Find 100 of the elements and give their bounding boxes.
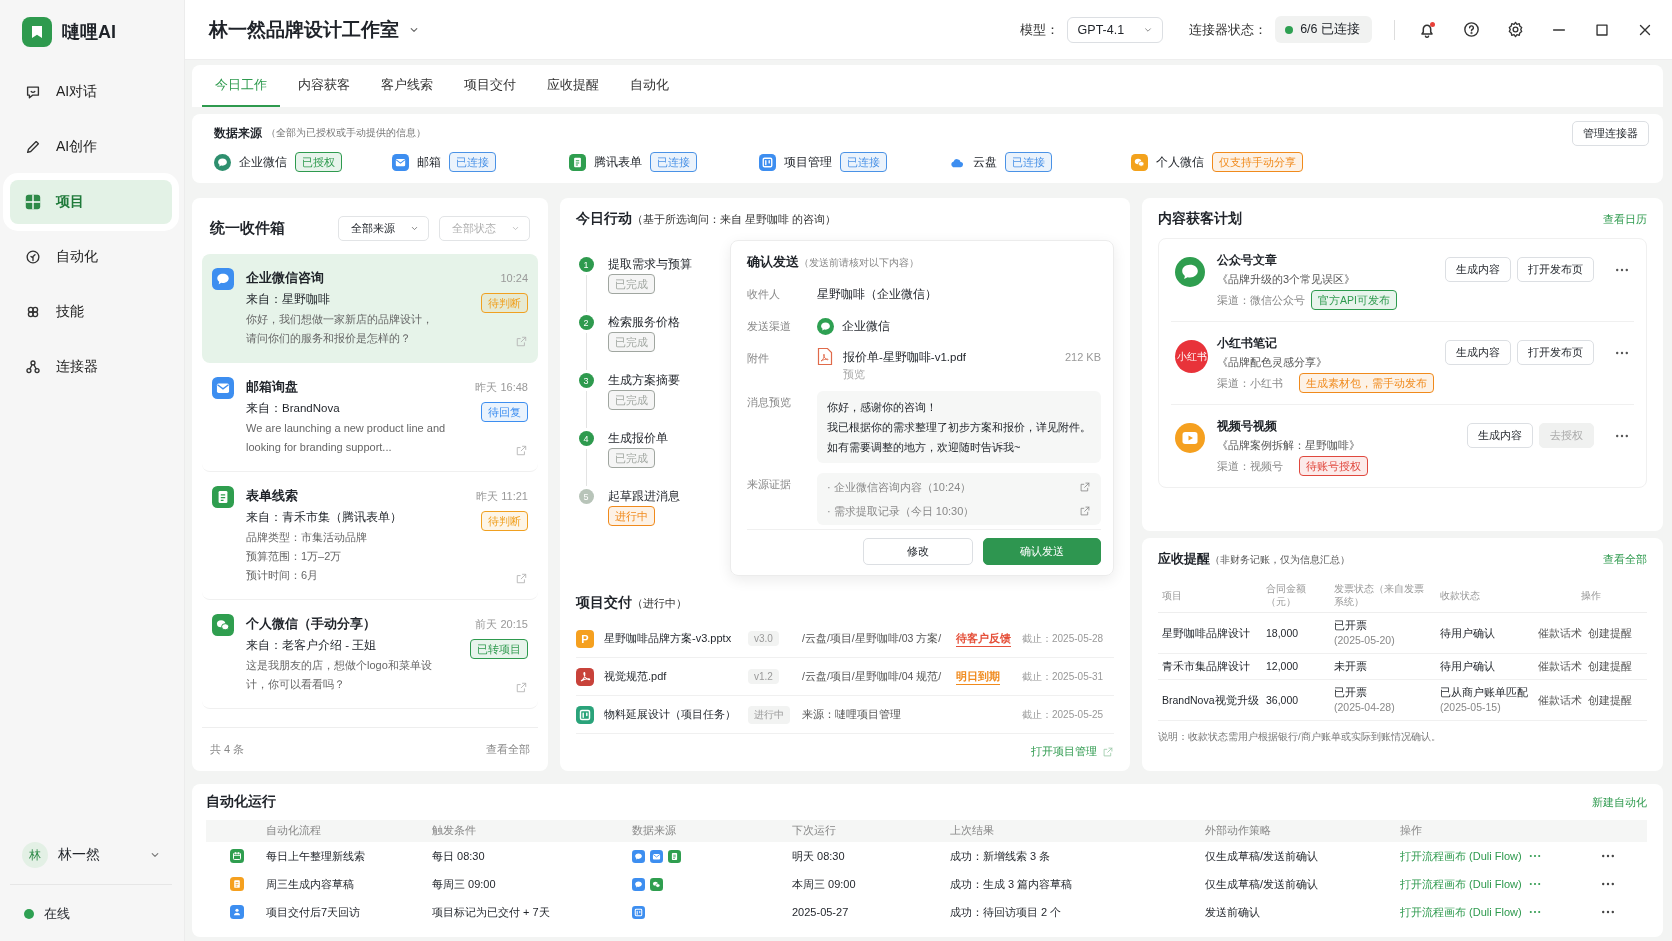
help-icon[interactable] <box>1462 20 1481 39</box>
column-header: 收款状态 <box>1436 578 1534 613</box>
external-link-icon[interactable] <box>1079 481 1091 493</box>
status-tag: 官方API可发布 <box>1311 290 1397 310</box>
inbox-item[interactable]: 企业微信咨询 来自：星野咖啡 你好，我们想做一家新店的品牌设计， 请问你们的服务和报价是怎样的？ 10:24 待判断 <box>202 254 538 363</box>
column-header: 触发条件 <box>428 820 628 842</box>
file-size: 212 KB <box>1064 350 1101 365</box>
status-tag: 已连接 <box>449 152 496 172</box>
connector-status: 6/6 已连接 <box>1300 21 1360 38</box>
message-preview: 你好，感谢你的咨询！ 我已根据你的需求整理了初步方案和报价，详见附件。 如有需要调整的地方，欢迎随时告诉我~ <box>817 391 1101 463</box>
tab[interactable]: 客户线索 <box>368 65 446 107</box>
channel-text: 渠道：微信公众号 <box>1217 293 1306 308</box>
tab[interactable]: 项目交付 <box>451 65 529 107</box>
sidebar-item[interactable]: 自动化 <box>10 235 172 279</box>
inbox-item[interactable]: 邮箱询盘 来自：BrandNova We are launching a new product line and looking for branding support... 昨天 16:48 待回复 <box>202 363 538 472</box>
action-button[interactable]: 打开发布页 <box>1517 340 1594 365</box>
table-cell: 每日上午整理新线索 <box>262 842 428 870</box>
action-button[interactable]: 生成内容 <box>1445 340 1511 365</box>
action-button[interactable]: 生成内容 <box>1445 257 1511 282</box>
view-all-link[interactable]: 查看全部 <box>1603 551 1647 567</box>
status-tag: 已转项目 <box>470 639 528 659</box>
panel-title: 自动化运行 <box>206 793 276 811</box>
manage-connectors-button[interactable]: 管理连接器 <box>1572 120 1649 146</box>
inbox-item[interactable]: 表单线索 来自：青禾市集（腾讯表单） 品牌类型：市集活动品牌 预算范围：1万–2万 预计时间：6月 昨天 11:21 待判断 <box>202 472 538 600</box>
grid-icon <box>24 193 42 211</box>
file-name: 星野咖啡品牌方案-v3.pptx <box>604 631 733 646</box>
network-icon <box>24 358 42 376</box>
message-sender: 来自：青禾市集（腾讯表单） <box>246 510 403 525</box>
due-date: 截止：2025-05-25 <box>1022 707 1105 722</box>
action-link[interactable]: 催款话术 <box>1538 693 1582 706</box>
table-cell-text: 成功：待回访项目 2 个 <box>949 904 1063 920</box>
flow-canvas-link[interactable]: 打开流程画布 (Duli Flow) <box>1400 904 1522 920</box>
settings-icon[interactable] <box>1506 20 1525 39</box>
tab[interactable]: 应收提醒 <box>534 65 612 107</box>
footnote: 说明：收款状态需用户根据银行/商户账单或实际到账情况确认。 <box>1158 731 1442 744</box>
pencil-icon <box>24 138 42 156</box>
chat-icon <box>817 317 834 335</box>
invoice-date: (2025-05-20) <box>1334 633 1396 648</box>
action-button[interactable]: 打开发布页 <box>1517 257 1594 282</box>
document-icon <box>230 877 244 891</box>
file-name: 视觉规范.pdf <box>604 669 668 684</box>
people-icon <box>230 905 244 919</box>
view-all-link[interactable]: 查看全部 <box>486 742 530 757</box>
sidebar-item[interactable]: AI创作 <box>10 125 172 169</box>
action-button[interactable]: 生成内容 <box>1467 423 1533 448</box>
table-cell-text: 每周三 09:00 <box>431 876 497 892</box>
filter-dropdown[interactable]: 全部来源 <box>338 215 429 241</box>
action-link[interactable]: 创建提醒 <box>1588 660 1632 672</box>
column-header: 操作 <box>1396 820 1596 842</box>
action-link[interactable]: 催款话术 <box>1538 626 1582 639</box>
sidebar-item[interactable]: 连接器 <box>10 345 172 389</box>
message-text: 这是我朋友的店，想做个logo和菜单设 <box>246 658 433 673</box>
section-title: 数据来源 <box>214 125 262 141</box>
action-link[interactable]: 创建提醒 <box>1588 626 1632 639</box>
table-cell: 成功：新增线索 3 条 <box>946 842 1201 870</box>
message-text: 预计时间：6月 <box>246 568 320 583</box>
chat-icon <box>214 153 231 171</box>
tab[interactable]: 自动化 <box>617 65 682 107</box>
external-link-icon[interactable] <box>1079 505 1091 517</box>
panel-title: 应收提醒 <box>1158 551 1210 566</box>
message-time: 10:24 <box>500 271 528 286</box>
field-label: 来源证据 <box>747 477 792 492</box>
source-name: 企业微信 <box>239 153 287 171</box>
evidence-link[interactable]: · 需求提取记录（今日 10:30） <box>827 499 975 523</box>
message-text: 你好，我们想做一家新店的品牌设计， <box>246 312 434 327</box>
chat-bubbles-icon <box>1131 153 1148 171</box>
model-dropdown[interactable]: GPT-4.1 <box>1066 16 1164 43</box>
table-cell: 明天 08:30 <box>788 842 946 870</box>
sidebar-item[interactable]: AI对话 <box>10 70 172 114</box>
action-link[interactable]: 催款话术 <box>1538 660 1582 672</box>
source-name: 个人微信 <box>1156 153 1204 171</box>
calendar-link[interactable]: 查看日历 <box>1603 211 1647 227</box>
evidence-link[interactable]: · 企业微信咨询内容（10:24） <box>827 475 972 499</box>
project-management-link[interactable]: 打开项目管理 <box>1031 744 1097 759</box>
step-number: 2 <box>578 315 594 330</box>
version-tag: v1.2 <box>748 669 779 684</box>
status-tag: 已授权 <box>295 152 342 172</box>
new-automation-link[interactable]: 新建自动化 <box>1592 794 1647 810</box>
user-name: 林一然 <box>58 846 101 864</box>
status-dot <box>24 909 34 919</box>
card-note: （发送前请核对以下内容） <box>799 257 919 268</box>
send-button[interactable]: 确认发送 <box>983 538 1101 565</box>
envelope-icon <box>650 849 663 863</box>
column-header: 下次运行 <box>788 820 946 842</box>
attachment-name: 报价单-星野咖啡-v1.pdf <box>843 350 967 365</box>
flow-canvas-link[interactable]: 打开流程画布 (Duli Flow) <box>1400 876 1522 892</box>
edit-button[interactable]: 修改 <box>863 538 973 565</box>
inbox-item[interactable]: 个人微信（手动分享） 来自：老客户介绍 - 王姐 这是我朋友的店，想做个logo和菜单设 计，你可以看看吗？ 前天 20:15 已转项目 <box>202 600 538 709</box>
field-label: 收件人 <box>747 287 781 302</box>
tab[interactable]: 内容获客 <box>285 65 363 107</box>
action-link[interactable]: 创建提醒 <box>1588 693 1632 706</box>
flow-canvas-link[interactable]: 打开流程画布 (Duli Flow) <box>1400 848 1522 864</box>
tab[interactable]: 今日工作 <box>202 65 280 107</box>
status-text: 在线 <box>44 905 70 923</box>
chat-icon <box>1175 257 1205 287</box>
source-name: 项目管理 <box>784 153 832 171</box>
recipient-value: 星野咖啡（企业微信） <box>817 287 938 302</box>
sidebar-item[interactable]: 技能 <box>10 290 172 334</box>
step-label: 检索服务价格 <box>608 314 681 331</box>
column-header: 项目 <box>1158 578 1262 613</box>
